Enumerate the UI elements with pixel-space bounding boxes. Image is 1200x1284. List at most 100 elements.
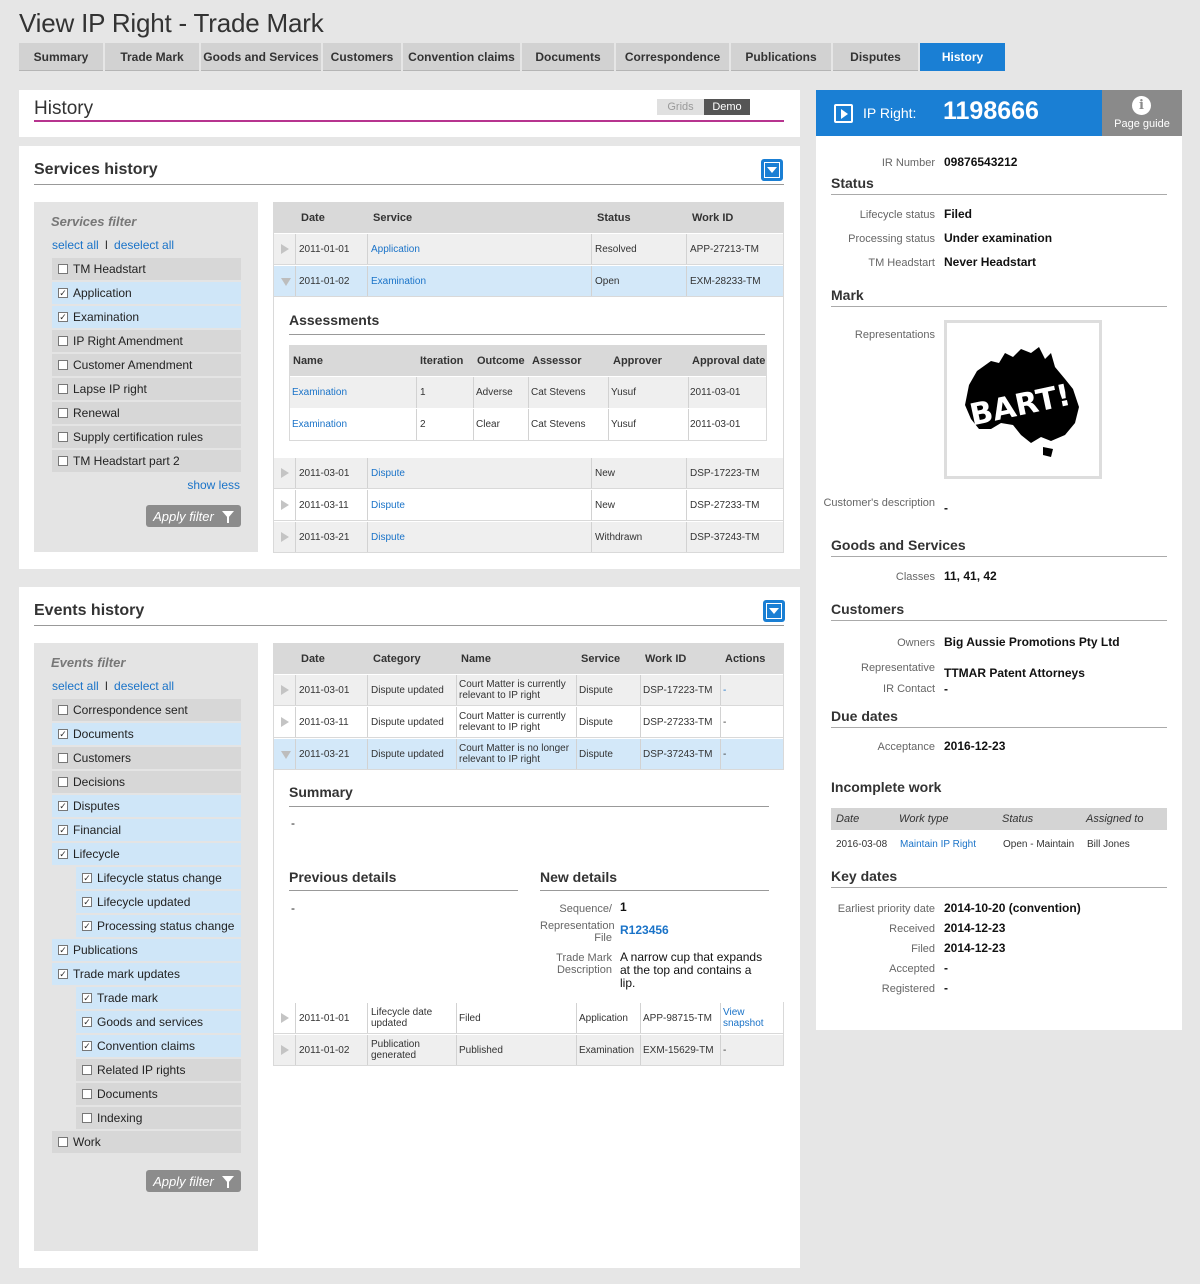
expand-arrow-icon[interactable] — [281, 717, 289, 727]
checkbox[interactable] — [58, 360, 68, 370]
table-row[interactable]: 2011-03-21 Dispute Withdrawn DSP-37243-TM — [274, 521, 783, 552]
table-row[interactable]: 2011-03-01 Dispute New DSP-17223-TM — [274, 457, 783, 488]
checkbox[interactable] — [58, 432, 68, 442]
filter-option[interactable]: ✓ Lifecycle status change — [76, 867, 241, 889]
checkbox[interactable]: ✓ — [82, 993, 92, 1003]
assessment-name-link[interactable]: Examination — [292, 419, 347, 430]
filter-option[interactable]: Customers — [52, 747, 241, 769]
select-all-link[interactable]: select all — [52, 679, 99, 693]
filter-option[interactable]: IP Right Amendment — [52, 330, 241, 352]
show-less-link[interactable]: show less — [187, 478, 240, 492]
collapse-arrow-icon[interactable] — [281, 751, 291, 759]
checkbox[interactable] — [58, 456, 68, 466]
expand-arrow-icon[interactable] — [281, 685, 289, 695]
table-row[interactable]: 2011-01-01 Lifecycle date updated Filed App… — [274, 1002, 783, 1033]
apply-filter-button[interactable]: Apply filter — [146, 1170, 241, 1192]
checkbox[interactable]: ✓ — [58, 825, 68, 835]
table-row[interactable]: 2011-03-01 Dispute updated Court Matter is… — [274, 674, 783, 705]
checkbox[interactable]: ✓ — [82, 1017, 92, 1027]
expand-arrow-icon[interactable] — [281, 532, 289, 542]
table-row[interactable]: 2011-01-01 Application Resolved APP-27213-T… — [274, 233, 783, 264]
action-link[interactable]: View snapshot — [723, 1007, 773, 1029]
filter-option[interactable]: ✓ Disputes — [52, 795, 241, 817]
filter-option[interactable]: ✓ Application — [52, 282, 241, 304]
collapse-arrow-icon[interactable] — [281, 278, 291, 286]
toggle-demo[interactable]: Demo — [704, 99, 750, 115]
deselect-all-link[interactable]: deselect all — [114, 238, 174, 252]
filter-option[interactable]: ✓ Lifecycle — [52, 843, 241, 865]
filter-option[interactable]: Renewal — [52, 402, 241, 424]
checkbox[interactable]: ✓ — [58, 288, 68, 298]
checkbox[interactable] — [82, 1089, 92, 1099]
checkbox[interactable] — [58, 1137, 68, 1147]
deselect-all-link[interactable]: deselect all — [114, 679, 174, 693]
filter-option[interactable]: ✓ Trade mark updates — [52, 963, 241, 985]
checkbox[interactable] — [82, 1113, 92, 1123]
table-row[interactable]: 2011-01-02 Examination Open EXM-28233-TM — [274, 265, 783, 296]
tab-summary[interactable]: Summary — [19, 43, 103, 71]
filter-option[interactable]: Customer Amendment — [52, 354, 241, 376]
filter-option[interactable]: Supply certification rules — [52, 426, 241, 448]
expand-arrow-icon[interactable] — [281, 1045, 289, 1055]
service-link[interactable]: Dispute — [371, 468, 405, 479]
filter-option[interactable]: ✓ Trade mark — [76, 987, 241, 1009]
checkbox[interactable] — [58, 264, 68, 274]
filter-option[interactable]: Indexing — [76, 1107, 241, 1129]
service-link[interactable]: Application — [371, 244, 420, 255]
checkbox[interactable]: ✓ — [58, 312, 68, 322]
expand-arrow-icon[interactable] — [281, 244, 289, 254]
filter-option[interactable]: ✓ Goods and services — [76, 1011, 241, 1033]
checkbox[interactable]: ✓ — [82, 1041, 92, 1051]
expand-arrow-icon[interactable] — [281, 1013, 289, 1023]
tab-correspondence[interactable]: Correspondence — [616, 43, 729, 71]
mark-image[interactable]: BART! — [944, 320, 1102, 479]
filter-option[interactable]: ✓ Financial — [52, 819, 241, 841]
table-row[interactable]: 2011-01-02 Publication generated Published… — [274, 1034, 783, 1065]
filter-option[interactable]: Work — [52, 1131, 241, 1153]
select-all-link[interactable]: select all — [52, 238, 99, 252]
checkbox[interactable] — [82, 1065, 92, 1075]
tab-convention-claims[interactable]: Convention claims — [403, 43, 520, 71]
filter-option[interactable]: Decisions — [52, 771, 241, 793]
tab-customers[interactable]: Customers — [323, 43, 401, 71]
filter-option[interactable]: Related IP rights — [76, 1059, 241, 1081]
tab-publications[interactable]: Publications — [731, 43, 831, 71]
services-collapse-icon[interactable] — [761, 159, 783, 181]
apply-filter-button[interactable]: Apply filter — [146, 505, 241, 527]
checkbox[interactable] — [58, 408, 68, 418]
filter-option[interactable]: TM Headstart part 2 — [52, 450, 241, 472]
tab-history[interactable]: History — [920, 43, 1005, 71]
filter-option[interactable]: Correspondence sent — [52, 699, 241, 721]
checkbox[interactable]: ✓ — [82, 897, 92, 907]
checkbox[interactable]: ✓ — [58, 801, 68, 811]
filter-option[interactable]: Lapse IP right — [52, 378, 241, 400]
checkbox[interactable] — [58, 777, 68, 787]
filter-option[interactable]: Documents — [76, 1083, 241, 1105]
checkbox[interactable] — [58, 753, 68, 763]
filter-option[interactable]: TM Headstart — [52, 258, 241, 280]
checkbox[interactable] — [58, 384, 68, 394]
maintain-ip-right-link[interactable]: Maintain IP Right — [900, 839, 976, 850]
filter-option[interactable]: ✓ Publications — [52, 939, 241, 961]
representation-file-link[interactable]: R123456 — [620, 923, 669, 937]
action-link[interactable]: - — [723, 685, 773, 696]
checkbox[interactable]: ✓ — [58, 849, 68, 859]
checkbox[interactable]: ✓ — [82, 873, 92, 883]
events-collapse-icon[interactable] — [763, 600, 785, 622]
filter-option[interactable]: ✓ Processing status change — [76, 915, 241, 937]
tab-trade-mark[interactable]: Trade Mark — [105, 43, 199, 71]
checkbox[interactable] — [58, 336, 68, 346]
tab-documents[interactable]: Documents — [522, 43, 614, 71]
expand-arrow-icon[interactable] — [281, 468, 289, 478]
filter-option[interactable]: ✓ Documents — [52, 723, 241, 745]
table-row[interactable]: 2011-03-11 Dispute New DSP-27233-TM — [274, 489, 783, 520]
filter-option[interactable]: ✓ Convention claims — [76, 1035, 241, 1057]
checkbox[interactable]: ✓ — [58, 969, 68, 979]
filter-option[interactable]: ✓ Lifecycle updated — [76, 891, 241, 913]
service-link[interactable]: Examination — [371, 276, 426, 287]
assessment-name-link[interactable]: Examination — [292, 387, 347, 398]
checkbox[interactable]: ✓ — [82, 921, 92, 931]
expand-arrow-icon[interactable] — [281, 500, 289, 510]
table-row[interactable]: 2011-03-21 Dispute updated Court Matter is… — [274, 738, 783, 769]
checkbox[interactable] — [58, 705, 68, 715]
